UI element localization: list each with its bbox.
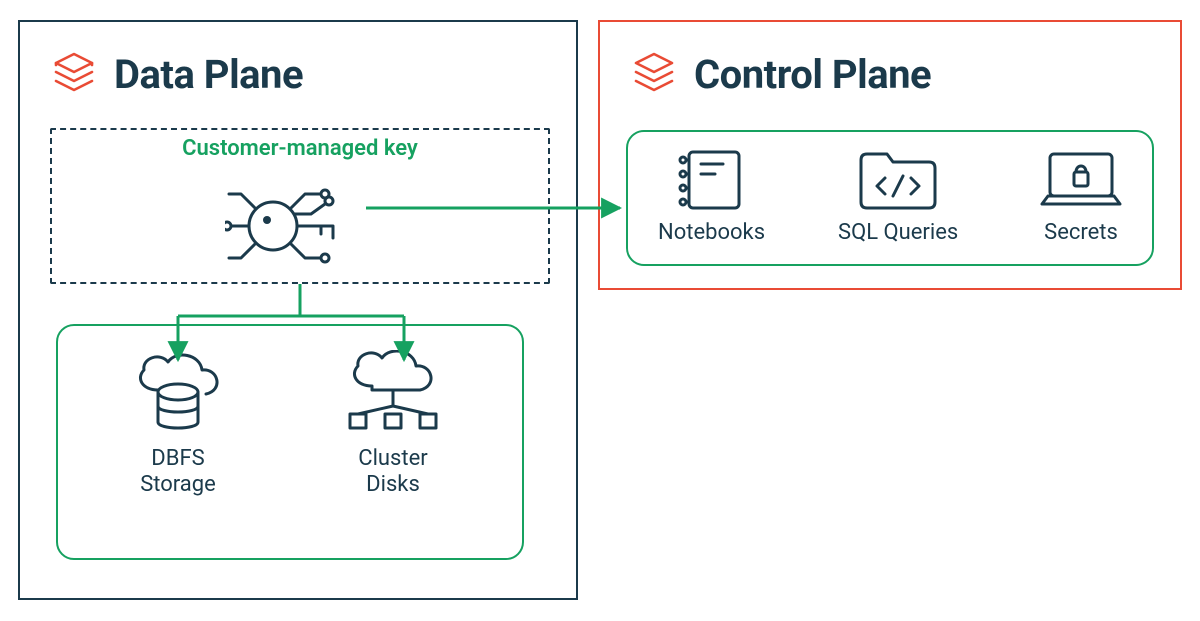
dbfs-storage-label: DBFS Storage bbox=[140, 446, 216, 499]
customer-managed-key-label: Customer-managed key bbox=[52, 136, 548, 161]
cluster-disks-resource: Cluster Disks bbox=[338, 350, 448, 499]
secrets-label: Secrets bbox=[1044, 220, 1118, 246]
sql-queries-resource: SQL Queries bbox=[838, 146, 958, 246]
notebook-icon bbox=[675, 146, 749, 214]
control-plane-title: Control Plane bbox=[694, 51, 931, 98]
notebooks-label: Notebooks bbox=[658, 220, 765, 246]
notebooks-resource: Notebooks bbox=[658, 146, 765, 246]
laptop-lock-icon bbox=[1036, 146, 1126, 214]
data-plane-resources-box: DBFS Storage Cluster Disks bbox=[56, 324, 524, 560]
secrets-resource: Secrets bbox=[1036, 146, 1126, 246]
databricks-logo-icon bbox=[630, 50, 678, 98]
sql-queries-label: SQL Queries bbox=[838, 220, 958, 246]
dbfs-storage-resource: DBFS Storage bbox=[128, 350, 228, 499]
customer-managed-key-box: Customer-managed key bbox=[50, 128, 550, 284]
encryption-key-icon bbox=[225, 174, 375, 278]
control-plane-resources-box: Notebooks SQL Queries Secrets bbox=[626, 130, 1154, 266]
cloud-cluster-icon bbox=[338, 350, 448, 440]
cluster-disks-label: Cluster Disks bbox=[358, 446, 427, 499]
databricks-logo-icon bbox=[50, 50, 98, 98]
code-folder-icon bbox=[855, 146, 941, 214]
data-plane-header: Data Plane bbox=[20, 22, 576, 108]
cloud-database-icon bbox=[128, 350, 228, 440]
data-plane-title: Data Plane bbox=[114, 51, 303, 98]
control-plane-header: Control Plane bbox=[600, 22, 1180, 108]
